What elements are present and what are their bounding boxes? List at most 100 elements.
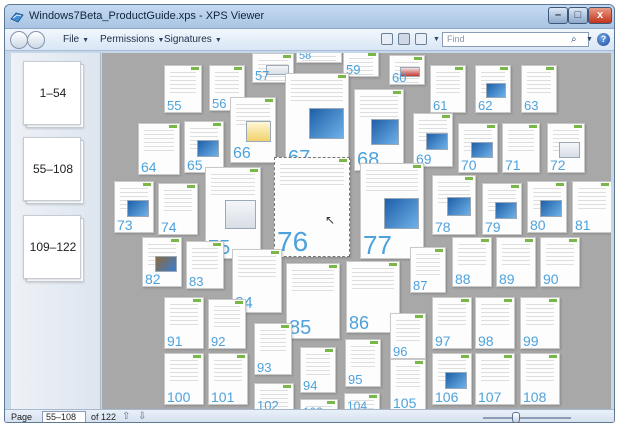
page-number: 101 — [211, 389, 235, 405]
page-thumbnail[interactable]: 60 — [389, 55, 425, 85]
page-thumbnail[interactable]: 78 — [432, 175, 476, 235]
file-menu[interactable]: File ▼ — [63, 34, 89, 45]
page-image — [559, 142, 580, 158]
page-thumbnail[interactable]: 64 — [138, 123, 180, 175]
page-number: 89 — [499, 271, 515, 287]
page-thumbnail[interactable]: 70 — [458, 123, 498, 173]
back-button[interactable] — [10, 31, 28, 49]
page-thumbnail[interactable]: 88 — [452, 237, 492, 287]
permissions-menu[interactable]: Permissions ▼ — [100, 34, 164, 45]
page-thumbnail[interactable]: 101 — [208, 353, 248, 405]
page-thumbnail[interactable]: 77 — [360, 163, 424, 259]
page-number: 64 — [141, 159, 157, 175]
page-number-input[interactable]: 55–108 — [42, 411, 86, 422]
page-text-lines — [280, 164, 344, 186]
page-thumbnail[interactable]: 100 — [164, 353, 204, 405]
page-number: 62 — [478, 98, 493, 113]
page-thumbnail[interactable]: 95 — [345, 339, 381, 387]
document-outline-icon[interactable] — [381, 33, 393, 45]
range-item-1[interactable]: 1–54 — [23, 61, 84, 128]
minimize-button[interactable]: – — [548, 7, 568, 24]
next-page-icon[interactable]: ⇩ — [138, 411, 146, 422]
find-input[interactable]: Find — [442, 32, 589, 47]
page-thumbnail[interactable]: 79 — [482, 183, 522, 235]
page-tab-marker — [549, 355, 557, 358]
page-thumbnail[interactable]: 81 — [572, 181, 611, 233]
page-thumbnail[interactable]: 82 — [142, 237, 182, 287]
page-thumbnail[interactable]: 106 — [432, 353, 472, 405]
page-thumbnail[interactable]: 87 — [410, 247, 446, 293]
page-thumbnail[interactable]: 99 — [520, 297, 560, 349]
page-thumbnail[interactable]: 108 — [520, 353, 560, 405]
page-image — [540, 200, 562, 217]
chevron-down-icon[interactable]: ▼ — [586, 36, 593, 43]
page-thumbnail[interactable]: 55 — [164, 65, 202, 113]
page-stack: 109–122 — [23, 215, 81, 279]
page-number: 57 — [255, 68, 270, 83]
page-thumbnail[interactable]: 91 — [164, 297, 204, 349]
page-thumbnail[interactable]: 68 — [354, 89, 404, 171]
range-item-2[interactable]: 55–108 — [23, 137, 84, 204]
previous-page-icon[interactable]: ⇧ — [122, 411, 130, 422]
page-thumbnail[interactable]: 105 — [390, 359, 426, 411]
page-thumbnail[interactable]: 62 — [475, 65, 511, 113]
page-text-lines — [481, 304, 509, 326]
page-tab-marker — [455, 67, 463, 70]
range-item-3[interactable]: 109–122 — [23, 215, 84, 282]
search-icon[interactable]: ⌕ — [571, 34, 577, 45]
page-thumbnail[interactable]: 74 — [158, 183, 198, 235]
view-mode-icon[interactable] — [415, 33, 427, 45]
page-number: 88 — [455, 271, 471, 287]
file-menu-label: File — [63, 34, 80, 45]
page-tab-marker — [193, 355, 201, 358]
page-thumbnail[interactable]: 97 — [432, 297, 472, 349]
maximize-button[interactable]: □ — [568, 7, 588, 24]
xps-viewer-window: Windows7Beta_ProductGuide.xps - XPS View… — [4, 4, 615, 423]
page-thumbnail[interactable]: 72 — [547, 123, 585, 173]
page-thumbnail[interactable]: 83 — [186, 241, 224, 289]
page-text-lines — [211, 174, 255, 196]
page-tab-marker — [171, 239, 179, 242]
page-thumbnail[interactable]: 65 — [184, 121, 224, 173]
page-thumbnail[interactable]: 69 — [413, 113, 453, 167]
mouse-cursor-icon: ↖ — [325, 213, 336, 227]
zoom-slider-thumb[interactable] — [512, 412, 520, 422]
page-range-sidebar: 1–54 55–108 109–122 — [11, 53, 101, 413]
page-thumbnail[interactable]: 90 — [540, 237, 580, 287]
page-thumbnail[interactable]: 76 — [274, 157, 350, 257]
page-thumbnail[interactable]: 58 — [296, 53, 342, 63]
page-tab-marker — [487, 125, 495, 128]
zoom-slider-track[interactable] — [483, 417, 571, 419]
page-thumbnail[interactable]: 61 — [430, 65, 466, 113]
page-text-lines — [351, 346, 375, 368]
page-thumbnail[interactable]: 94 — [300, 347, 336, 393]
forward-button[interactable] — [27, 31, 45, 49]
page-thumbnail[interactable]: 71 — [502, 123, 540, 173]
page-thumbnail[interactable]: 66 — [230, 97, 276, 163]
page-thumbnail[interactable]: 89 — [496, 237, 536, 287]
page-total: of 122 — [91, 412, 117, 422]
page-thumbnail[interactable]: 85 — [286, 263, 340, 339]
page-thumbnail[interactable]: 80 — [527, 181, 567, 233]
page-thumbnail[interactable]: 73 — [114, 181, 154, 233]
print-icon[interactable] — [398, 33, 410, 45]
chevron-down-icon[interactable]: ▼ — [433, 36, 440, 43]
page-thumbnail[interactable]: 63 — [521, 65, 557, 113]
page-thumbnail[interactable]: 98 — [475, 297, 515, 349]
close-button[interactable]: x — [588, 7, 612, 24]
page-thumbnail[interactable]: 107 — [475, 353, 515, 405]
help-icon[interactable]: ? — [597, 33, 610, 46]
page-thumbnail[interactable]: 93 — [254, 323, 292, 375]
thumbnail-canvas[interactable]: 5556575859606162636465666768697071727374… — [102, 53, 611, 413]
page-thumbnail[interactable]: 92 — [208, 299, 246, 349]
signatures-menu[interactable]: Signatures ▼ — [164, 34, 222, 45]
page-text-lines — [526, 304, 554, 326]
page-thumbnail[interactable]: 67 — [285, 73, 349, 169]
page-number: 97 — [435, 333, 451, 349]
page-text-lines — [214, 306, 240, 328]
page-number: 60 — [392, 70, 407, 85]
page-thumbnail[interactable]: 96 — [390, 313, 426, 359]
page-tab-marker — [414, 57, 422, 60]
page-tab-marker — [465, 177, 473, 180]
page-number: 105 — [393, 395, 417, 411]
